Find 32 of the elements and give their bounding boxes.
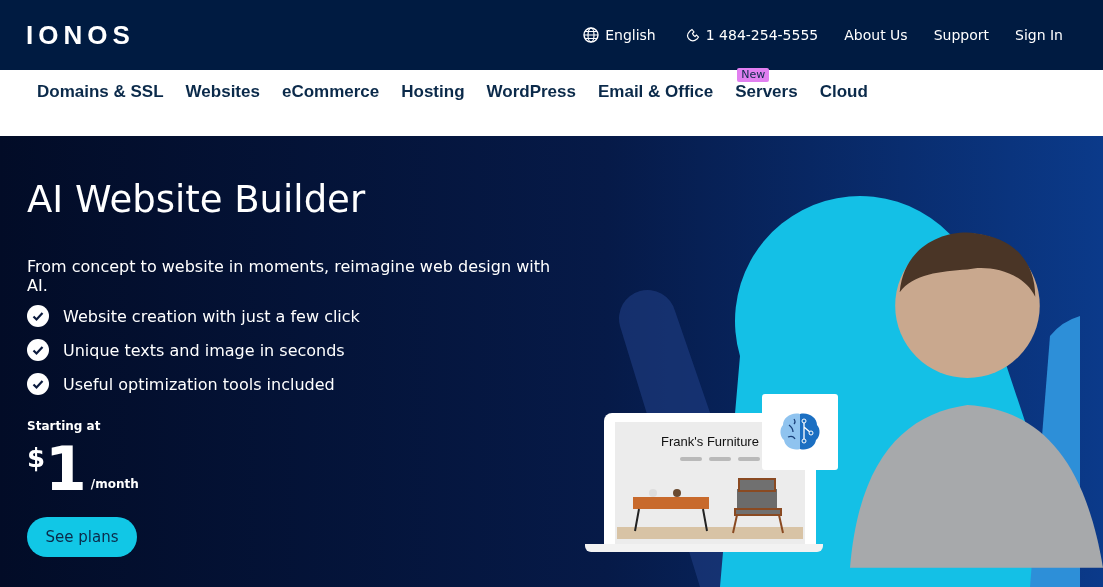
feature-text: Useful optimization tools included [63, 374, 335, 394]
nav-link[interactable]: WordPress [486, 79, 576, 101]
price-caption: Starting at [27, 419, 102, 433]
new-badge: New [737, 68, 770, 82]
currency: $ [27, 443, 46, 473]
logo[interactable]: IONOS [26, 19, 135, 51]
header-link[interactable]: Support [933, 27, 989, 43]
see-plans-button[interactable]: See plans [27, 517, 137, 557]
site-title: Frank's Furniture [661, 434, 759, 449]
phone-icon [685, 28, 700, 42]
check-icon [27, 373, 49, 395]
price-amount: 1 [45, 439, 87, 499]
header-link[interactable]: Sign In [1015, 27, 1063, 43]
check-icon [27, 339, 49, 361]
globe-icon [583, 27, 600, 43]
nav-link[interactable]: Email & Office [598, 79, 714, 101]
nav-link[interactable]: eCommerce [281, 79, 380, 101]
nav-link[interactable]: Hosting [401, 79, 465, 101]
header-link[interactable]: About Us [844, 27, 908, 43]
check-icon [27, 305, 49, 327]
hero-title: AI Website Builder [27, 178, 367, 221]
menu-lines-icon [680, 457, 760, 461]
phone-link[interactable]: 1 484-254-5555 [685, 27, 819, 43]
nav-link[interactable]: Domains & SSL [37, 79, 164, 101]
language-link[interactable]: English [583, 27, 656, 43]
feature-text: Website creation with just a few click [63, 306, 360, 326]
feature-text: Unique texts and image in seconds [63, 340, 345, 360]
hero-subtitle: From concept to website in moments, reimagine web design with AI. [27, 257, 552, 295]
nav-link[interactable]: Websites [185, 79, 260, 101]
nav-link[interactable]: Servers [735, 79, 798, 101]
price-period: /month [90, 477, 139, 491]
nav-link[interactable]: Cloud [819, 79, 868, 101]
